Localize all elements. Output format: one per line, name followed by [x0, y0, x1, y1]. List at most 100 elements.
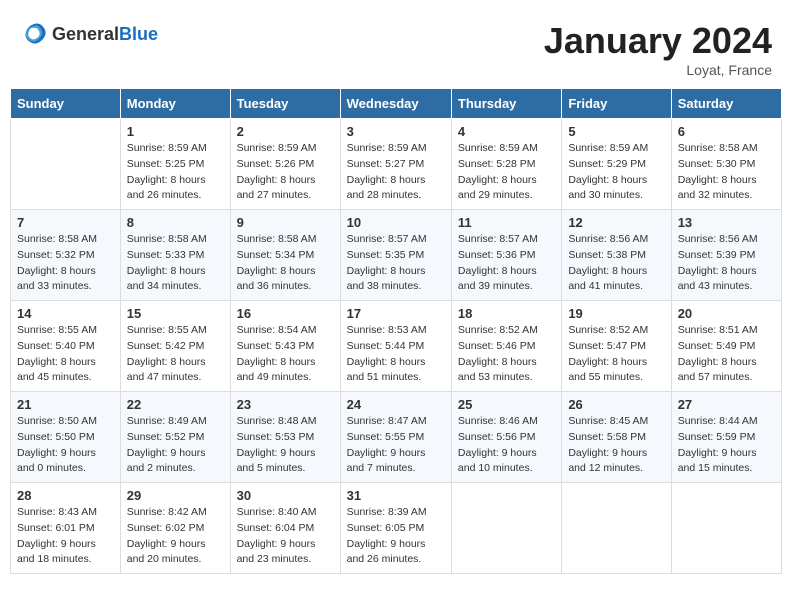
header: GeneralBlue January 2024 Loyat, France	[10, 10, 782, 83]
days-header-row: SundayMondayTuesdayWednesdayThursdayFrid…	[11, 89, 782, 119]
logo: GeneralBlue	[20, 20, 158, 48]
day-info: Sunrise: 8:40 AMSunset: 6:04 PMDaylight:…	[237, 505, 334, 568]
day-info: Sunrise: 8:59 AMSunset: 5:29 PMDaylight:…	[568, 141, 664, 204]
day-cell: 19Sunrise: 8:52 AMSunset: 5:47 PMDayligh…	[562, 301, 671, 392]
day-info: Sunrise: 8:47 AMSunset: 5:55 PMDaylight:…	[347, 414, 445, 477]
day-cell: 13 Sunrise: 8:56 AMSunset: 5:39 PMDayligh…	[671, 210, 781, 301]
day-cell: 2 Sunrise: 8:59 AMSunset: 5:26 PMDaylight…	[230, 119, 340, 210]
logo-text-blue: Blue	[119, 24, 158, 44]
day-cell: 12 Sunrise: 8:56 AMSunset: 5:38 PMDayligh…	[562, 210, 671, 301]
week-row-2: 7Sunrise: 8:58 AMSunset: 5:32 PMDaylight…	[11, 210, 782, 301]
day-number: 20	[678, 306, 775, 321]
day-cell: 24 Sunrise: 8:47 AMSunset: 5:55 PMDayligh…	[340, 392, 451, 483]
day-number: 8	[127, 215, 224, 230]
day-number: 16	[237, 306, 334, 321]
day-cell: 16 Sunrise: 8:54 AMSunset: 5:43 PMDayligh…	[230, 301, 340, 392]
day-cell: 10 Sunrise: 8:57 AMSunset: 5:35 PMDayligh…	[340, 210, 451, 301]
day-info: Sunrise: 8:59 AMSunset: 5:25 PMDaylight:…	[127, 141, 224, 204]
day-number: 23	[237, 397, 334, 412]
day-cell: 27Sunrise: 8:44 AMSunset: 5:59 PMDayligh…	[671, 392, 781, 483]
day-info: Sunrise: 8:48 AMSunset: 5:53 PMDaylight:…	[237, 414, 334, 477]
day-header-monday: Monday	[120, 89, 230, 119]
day-cell: 17 Sunrise: 8:53 AMSunset: 5:44 PMDayligh…	[340, 301, 451, 392]
day-info: Sunrise: 8:57 AMSunset: 5:36 PMDaylight:…	[458, 232, 555, 295]
day-number: 25	[458, 397, 555, 412]
week-row-5: 28 Sunrise: 8:43 AMSunset: 6:01 PMDayligh…	[11, 483, 782, 574]
day-number: 12	[568, 215, 664, 230]
day-info: Sunrise: 8:54 AMSunset: 5:43 PMDaylight:…	[237, 323, 334, 386]
day-cell: 28 Sunrise: 8:43 AMSunset: 6:01 PMDayligh…	[11, 483, 121, 574]
day-number: 29	[127, 488, 224, 503]
day-number: 6	[678, 124, 775, 139]
day-number: 28	[17, 488, 114, 503]
day-cell: 31 Sunrise: 8:39 AMSunset: 6:05 PMDayligh…	[340, 483, 451, 574]
day-info: Sunrise: 8:58 AMSunset: 5:30 PMDaylight:…	[678, 141, 775, 204]
day-number: 7	[17, 215, 114, 230]
day-info: Sunrise: 8:55 AMSunset: 5:40 PMDaylight:…	[17, 323, 114, 386]
day-info: Sunrise: 8:57 AMSunset: 5:35 PMDaylight:…	[347, 232, 445, 295]
day-number: 4	[458, 124, 555, 139]
day-cell: 30 Sunrise: 8:40 AMSunset: 6:04 PMDayligh…	[230, 483, 340, 574]
logo-text-general: General	[52, 24, 119, 44]
day-info: Sunrise: 8:52 AMSunset: 5:46 PMDaylight:…	[458, 323, 555, 386]
day-info: Sunrise: 8:49 AMSunset: 5:52 PMDaylight:…	[127, 414, 224, 477]
day-number: 3	[347, 124, 445, 139]
day-cell: 20 Sunrise: 8:51 AMSunset: 5:49 PMDayligh…	[671, 301, 781, 392]
day-number: 21	[17, 397, 114, 412]
day-header-tuesday: Tuesday	[230, 89, 340, 119]
week-row-3: 14 Sunrise: 8:55 AMSunset: 5:40 PMDayligh…	[11, 301, 782, 392]
day-number: 13	[678, 215, 775, 230]
day-number: 11	[458, 215, 555, 230]
day-info: Sunrise: 8:44 AMSunset: 5:59 PMDaylight:…	[678, 414, 775, 477]
day-info: Sunrise: 8:55 AMSunset: 5:42 PMDaylight:…	[127, 323, 224, 386]
day-info: Sunrise: 8:59 AMSunset: 5:27 PMDaylight:…	[347, 141, 445, 204]
day-info: Sunrise: 8:56 AMSunset: 5:39 PMDaylight:…	[678, 232, 775, 295]
location: Loyat, France	[544, 62, 772, 78]
day-cell: 4 Sunrise: 8:59 AMSunset: 5:28 PMDaylight…	[451, 119, 561, 210]
day-info: Sunrise: 8:52 AMSunset: 5:47 PMDaylight:…	[568, 323, 664, 386]
day-cell: 3 Sunrise: 8:59 AMSunset: 5:27 PMDaylight…	[340, 119, 451, 210]
day-info: Sunrise: 8:39 AMSunset: 6:05 PMDaylight:…	[347, 505, 445, 568]
day-info: Sunrise: 8:50 AMSunset: 5:50 PMDaylight:…	[17, 414, 114, 477]
day-cell: 6 Sunrise: 8:58 AMSunset: 5:30 PMDaylight…	[671, 119, 781, 210]
day-header-wednesday: Wednesday	[340, 89, 451, 119]
day-cell: 23 Sunrise: 8:48 AMSunset: 5:53 PMDayligh…	[230, 392, 340, 483]
day-number: 14	[17, 306, 114, 321]
day-cell	[562, 483, 671, 574]
day-number: 24	[347, 397, 445, 412]
day-cell: 11 Sunrise: 8:57 AMSunset: 5:36 PMDayligh…	[451, 210, 561, 301]
day-info: Sunrise: 8:56 AMSunset: 5:38 PMDaylight:…	[568, 232, 664, 295]
day-number: 10	[347, 215, 445, 230]
day-info: Sunrise: 8:59 AMSunset: 5:26 PMDaylight:…	[237, 141, 334, 204]
day-cell: 5 Sunrise: 8:59 AMSunset: 5:29 PMDaylight…	[562, 119, 671, 210]
day-number: 2	[237, 124, 334, 139]
day-number: 15	[127, 306, 224, 321]
day-info: Sunrise: 8:43 AMSunset: 6:01 PMDaylight:…	[17, 505, 114, 568]
day-cell: 26 Sunrise: 8:45 AMSunset: 5:58 PMDayligh…	[562, 392, 671, 483]
day-number: 17	[347, 306, 445, 321]
day-cell	[11, 119, 121, 210]
day-number: 22	[127, 397, 224, 412]
week-row-1: 1Sunrise: 8:59 AMSunset: 5:25 PMDaylight…	[11, 119, 782, 210]
day-header-friday: Friday	[562, 89, 671, 119]
day-info: Sunrise: 8:45 AMSunset: 5:58 PMDaylight:…	[568, 414, 664, 477]
day-number: 31	[347, 488, 445, 503]
day-cell: 18Sunrise: 8:52 AMSunset: 5:46 PMDayligh…	[451, 301, 561, 392]
day-cell: 22 Sunrise: 8:49 AMSunset: 5:52 PMDayligh…	[120, 392, 230, 483]
day-number: 26	[568, 397, 664, 412]
day-cell: 25Sunrise: 8:46 AMSunset: 5:56 PMDayligh…	[451, 392, 561, 483]
day-info: Sunrise: 8:58 AMSunset: 5:34 PMDaylight:…	[237, 232, 334, 295]
day-info: Sunrise: 8:59 AMSunset: 5:28 PMDaylight:…	[458, 141, 555, 204]
week-row-4: 21 Sunrise: 8:50 AMSunset: 5:50 PMDayligh…	[11, 392, 782, 483]
day-info: Sunrise: 8:51 AMSunset: 5:49 PMDaylight:…	[678, 323, 775, 386]
day-header-sunday: Sunday	[11, 89, 121, 119]
day-number: 5	[568, 124, 664, 139]
day-header-thursday: Thursday	[451, 89, 561, 119]
day-info: Sunrise: 8:58 AMSunset: 5:33 PMDaylight:…	[127, 232, 224, 295]
day-info: Sunrise: 8:53 AMSunset: 5:44 PMDaylight:…	[347, 323, 445, 386]
day-cell: 29Sunrise: 8:42 AMSunset: 6:02 PMDayligh…	[120, 483, 230, 574]
day-cell	[671, 483, 781, 574]
day-number: 30	[237, 488, 334, 503]
day-cell: 9Sunrise: 8:58 AMSunset: 5:34 PMDaylight…	[230, 210, 340, 301]
day-cell: 8 Sunrise: 8:58 AMSunset: 5:33 PMDaylight…	[120, 210, 230, 301]
